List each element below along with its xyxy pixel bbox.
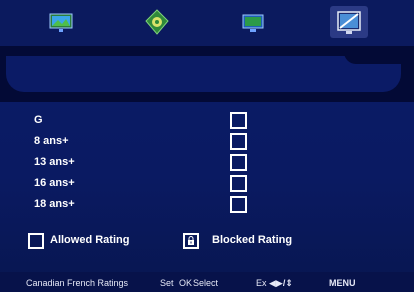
header-notch (344, 46, 414, 64)
set-hint: Set (160, 278, 174, 288)
rating-row[interactable]: 18 ans+ (0, 195, 414, 215)
allowed-rating-icon (28, 233, 44, 249)
rating-label: G (34, 114, 43, 126)
lock-tab-icon (337, 11, 361, 34)
rating-label: 18 ans+ (34, 198, 75, 210)
status-bar: Canadian French Ratings Set OK Select Ex… (0, 272, 414, 292)
rating-checkbox[interactable] (230, 133, 247, 150)
rating-row[interactable]: 8 ans+ (0, 132, 414, 152)
rating-row[interactable]: 16 ans+ (0, 174, 414, 194)
select-hint: Select (193, 278, 219, 288)
menu-hint: MENU (329, 278, 356, 288)
exit-hint: Ex (256, 278, 267, 288)
tab-channel[interactable] (234, 6, 272, 38)
rating-checkbox[interactable] (230, 196, 247, 213)
rating-checkbox[interactable] (230, 175, 247, 192)
tab-picture[interactable] (42, 6, 80, 38)
ok-hint: OK (179, 278, 193, 288)
rating-checkbox[interactable] (230, 154, 247, 171)
tab-audio[interactable] (138, 6, 176, 38)
blocked-rating-label: Blocked Rating (212, 234, 293, 246)
channel-tab-icon (242, 14, 264, 32)
rating-label: 16 ans+ (34, 177, 75, 189)
tab-lock[interactable] (330, 6, 368, 38)
rating-label: 13 ans+ (34, 156, 75, 168)
rating-row[interactable]: 13 ans+ (0, 153, 414, 173)
menu-tab-bar (0, 0, 414, 46)
blocked-rating-lock-icon (183, 233, 199, 249)
rating-row[interactable]: G (0, 111, 414, 131)
title-box (6, 56, 401, 92)
rating-legend: Allowed Rating Blocked Rating (0, 229, 414, 253)
picture-tab-icon (49, 13, 73, 32)
page-title: Canadian French Ratings (26, 278, 129, 288)
tv-menu-screen: G 8 ans+ 13 ans+ 16 ans+ 18 ans+ Allowed… (0, 0, 414, 292)
audio-tab-icon (145, 9, 169, 35)
rating-label: 8 ans+ (34, 135, 69, 147)
navigation-arrows-icon: ◀▶/⇕ (269, 278, 293, 288)
allowed-rating-label: Allowed Rating (50, 234, 130, 246)
rating-checkbox[interactable] (230, 112, 247, 129)
